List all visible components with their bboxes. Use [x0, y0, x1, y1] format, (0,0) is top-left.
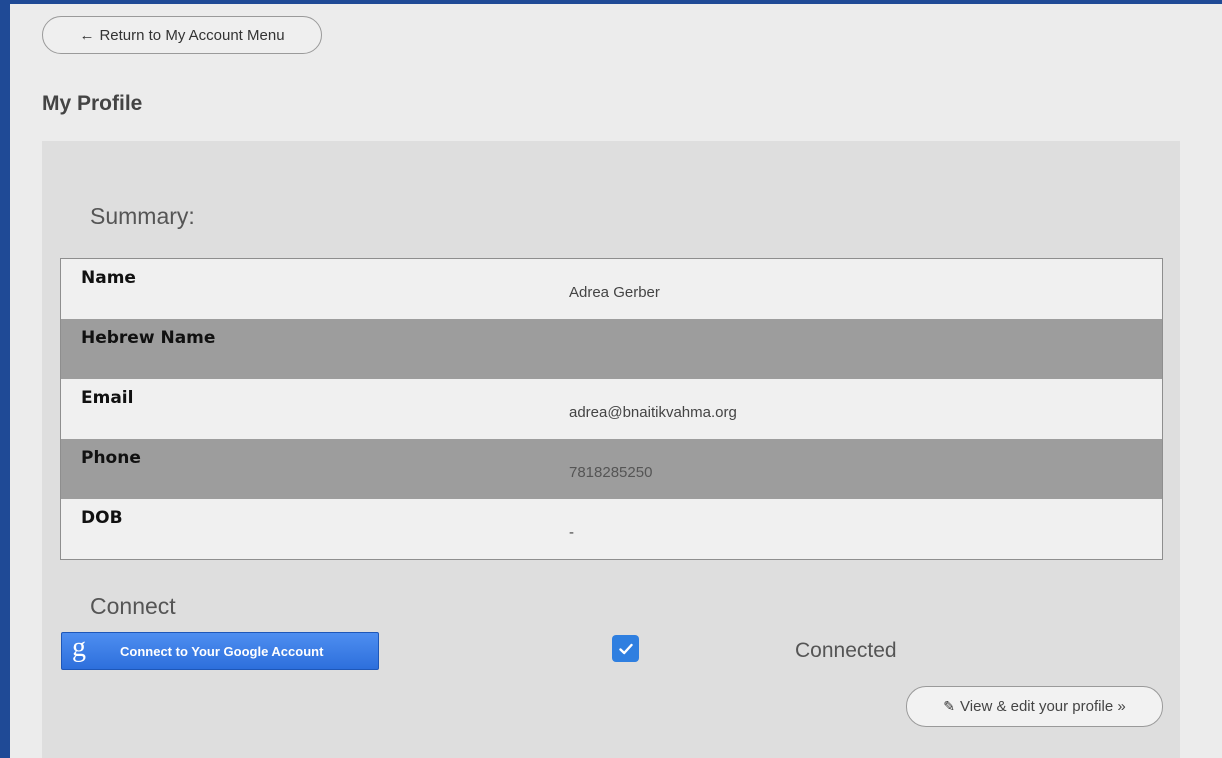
return-to-account-menu-button[interactable]: ← Return to My Account Menu [42, 16, 322, 54]
page-frame: ← Return to My Account Menu My Profile S… [10, 4, 1222, 758]
row-value: - [569, 524, 574, 541]
table-row-phone: Phone 7818285250 [61, 439, 1162, 499]
row-label: Hebrew Name [81, 328, 216, 348]
row-label: Phone [81, 448, 141, 468]
row-value: Adrea Gerber [569, 284, 660, 301]
row-label: DOB [81, 508, 123, 528]
table-row-hebrew-name: Hebrew Name [61, 319, 1162, 379]
connected-label: Connected [795, 639, 897, 662]
connect-google-account-button[interactable]: g Connect to Your Google Account [61, 632, 379, 670]
checkmark-icon [618, 643, 633, 654]
connected-checkbox[interactable] [612, 635, 639, 662]
return-button-label: Return to My Account Menu [99, 26, 285, 44]
edit-button-label: View & edit your profile » [960, 698, 1126, 715]
google-button-label: Connect to Your Google Account [120, 643, 324, 659]
profile-panel: Summary: Name Adrea Gerber Hebrew Name E… [42, 141, 1180, 758]
page-title: My Profile [42, 92, 143, 115]
pencil-icon: ✎ [943, 698, 956, 714]
connect-heading: Connect [90, 593, 176, 619]
table-row-dob: DOB - [61, 499, 1162, 559]
row-value: 7818285250 [569, 464, 653, 481]
summary-table: Name Adrea Gerber Hebrew Name Email adre… [60, 258, 1163, 560]
left-arrow-icon: ← [79, 26, 95, 44]
google-g-icon: g [72, 632, 86, 663]
row-value: adrea@bnaitikvahma.org [569, 404, 737, 421]
table-row-name: Name Adrea Gerber [61, 259, 1162, 319]
summary-heading: Summary: [90, 203, 195, 229]
row-label: Email [81, 388, 134, 408]
row-label: Name [81, 268, 136, 288]
table-row-email: Email adrea@bnaitikvahma.org [61, 379, 1162, 439]
view-edit-profile-button[interactable]: ✎ View & edit your profile » [906, 686, 1163, 727]
